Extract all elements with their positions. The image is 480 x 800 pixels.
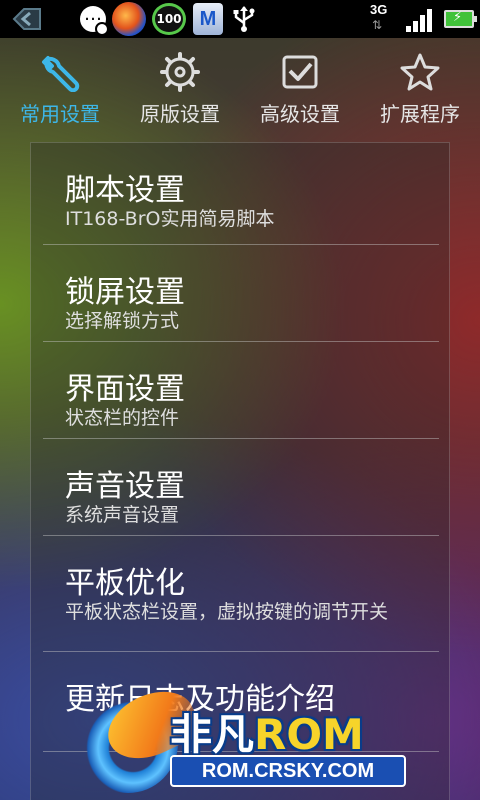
item-subtitle: 系统声音设置	[65, 504, 180, 526]
tab-common-settings[interactable]: 常用设置	[0, 38, 120, 134]
list-item-script-settings[interactable]: 脚本设置 IT168-BrO实用简易脚本	[43, 143, 439, 245]
tab-label: 常用设置	[20, 102, 100, 126]
item-title: 锁屏设置	[65, 275, 185, 310]
m-app-icon: M	[193, 3, 223, 35]
signal-strength-icon	[406, 8, 436, 32]
notification-dot-icon	[95, 22, 109, 36]
tab-label: 扩展程序	[380, 102, 460, 126]
item-title: 平板优化	[65, 566, 185, 601]
usb-icon	[233, 6, 255, 32]
network-type-label: 3G	[370, 2, 388, 17]
item-subtitle: 平板状态栏设置，虚拟按键的调节开关	[65, 601, 389, 623]
tab-advanced-settings[interactable]: 高级设置	[240, 38, 360, 134]
tab-label: 高级设置	[260, 102, 340, 126]
brand-rom: ROM	[254, 710, 364, 759]
list-item-lockscreen-settings[interactable]: 锁屏设置 选择解锁方式	[43, 245, 439, 342]
tab-label: 原版设置	[140, 102, 220, 126]
tab-original-settings[interactable]: 原版设置	[120, 38, 240, 134]
gear-icon	[160, 52, 200, 92]
item-subtitle: 选择解锁方式	[65, 310, 180, 332]
wrench-icon	[42, 56, 80, 92]
tab-extensions[interactable]: 扩展程序	[360, 38, 480, 134]
battery-charging-icon	[444, 10, 477, 28]
list-item-interface-settings[interactable]: 界面设置 状态栏的控件	[43, 342, 439, 439]
app-notification-icon	[112, 2, 146, 36]
list-item-sound-settings[interactable]: 声音设置 系统声音设置	[43, 439, 439, 536]
item-subtitle: IT168-BrO实用简易脚本	[65, 208, 275, 230]
data-activity-icon: ⇅	[372, 18, 382, 32]
tab-bar: 常用设置 原版设置 高级设置 扩展程序	[0, 38, 480, 134]
checkbox-icon	[282, 55, 318, 89]
battery-level-badge: 100	[152, 3, 186, 35]
brand-cn: 非凡	[170, 710, 255, 759]
item-title: 脚本设置	[65, 173, 185, 208]
back-arrow-icon[interactable]	[10, 4, 44, 34]
watermark-brand: 非凡ROM	[170, 701, 364, 762]
star-icon	[400, 53, 440, 91]
item-title: 声音设置	[65, 469, 185, 504]
item-subtitle: 状态栏的控件	[65, 407, 180, 429]
item-title: 界面设置	[65, 372, 185, 407]
status-bar: 100 M 3G ⇅	[0, 0, 480, 38]
watermark-url: ROM.CRSKY.COM	[170, 755, 406, 787]
watermark-logo: 非凡ROM ROM.CRSKY.COM	[78, 678, 408, 800]
list-item-tablet-optimization[interactable]: 平板优化 平板状态栏设置，虚拟按键的调节开关	[43, 536, 439, 652]
